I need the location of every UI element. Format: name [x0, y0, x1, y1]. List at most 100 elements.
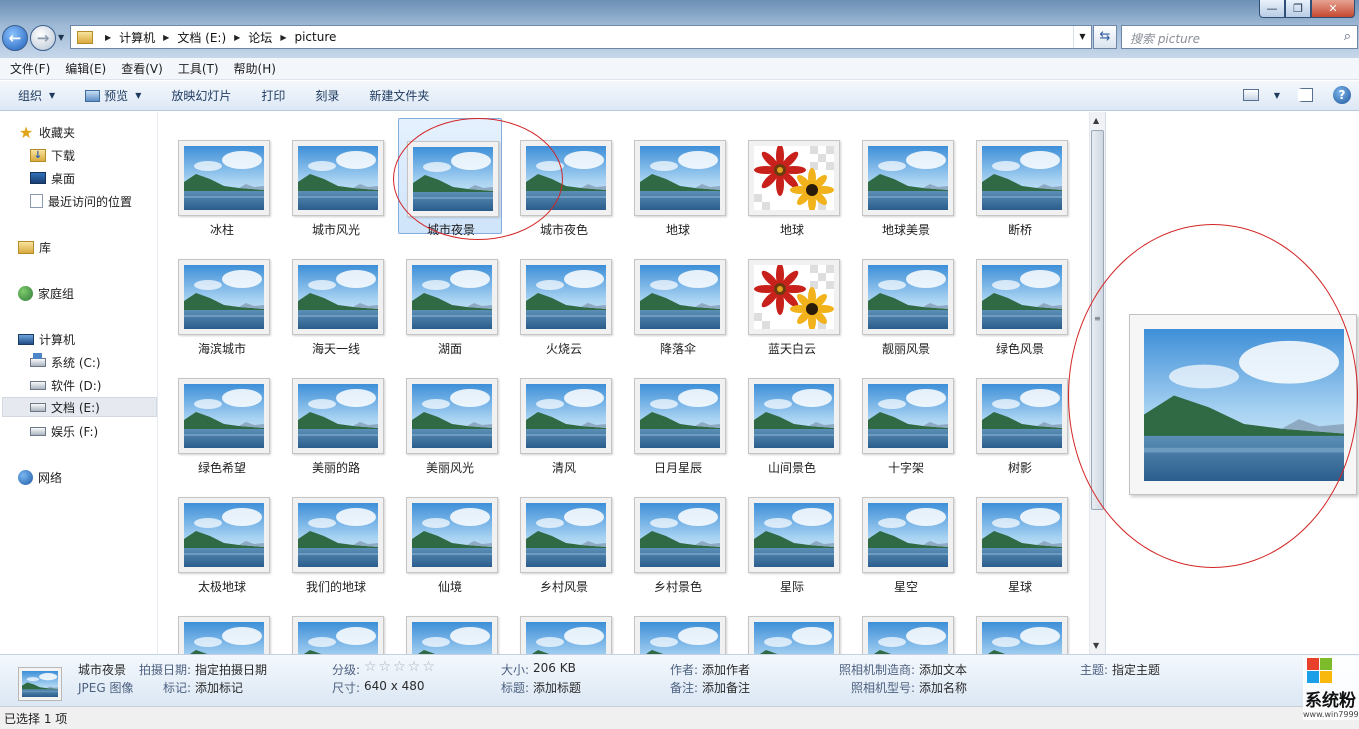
camera-model-value[interactable]: 添加名称 [919, 679, 967, 696]
nav-network[interactable]: 网络 [18, 467, 62, 487]
close-button[interactable]: ✕ [1311, 0, 1355, 18]
rating-stars[interactable]: ☆☆☆☆☆ [364, 659, 437, 675]
search-icon[interactable]: ⌕ [1344, 29, 1351, 44]
nav-drive-c[interactable]: 系统 (C:) [30, 352, 101, 372]
date-taken-value[interactable]: 指定拍摄日期 [195, 661, 267, 678]
nav-desktop[interactable]: 桌面 [30, 168, 75, 188]
file-tile[interactable]: 十字架 [854, 356, 958, 475]
search-input[interactable]: 搜索 picture ⌕ [1121, 25, 1358, 49]
chevron-right-icon[interactable]: ▶ [234, 33, 240, 42]
preview-pane-icon[interactable] [1298, 88, 1313, 102]
nav-favorites[interactable]: ★ 收藏夹 [18, 122, 75, 142]
file-tile[interactable]: 湖面 [398, 237, 502, 356]
file-tile[interactable] [854, 594, 958, 654]
nav-drive-d[interactable]: 软件 (D:) [30, 375, 101, 395]
file-tile[interactable]: 星际 [740, 475, 844, 594]
maximize-button[interactable]: ❐ [1285, 0, 1311, 18]
file-tile[interactable]: 断桥 [968, 118, 1072, 237]
nav-downloads[interactable]: 下载 [30, 145, 75, 165]
recent-pages-dropdown[interactable]: ▼ [58, 33, 64, 42]
nav-drive-f[interactable]: 娱乐 (F:) [30, 421, 98, 441]
file-tile[interactable]: 冰柱 [170, 118, 274, 237]
file-tile[interactable]: 海滨城市 [170, 237, 274, 356]
comments-value[interactable]: 添加备注 [702, 679, 750, 696]
status-bar: 已选择 1 项 [0, 706, 1359, 729]
address-bar[interactable]: ▶ 计算机 ▶ 文档 (E:) ▶ 论坛 ▶ picture ▼ [70, 25, 1092, 49]
file-tile[interactable]: 绿色希望 [170, 356, 274, 475]
file-tile[interactable]: 仙境 [398, 475, 502, 594]
file-tile[interactable]: 清风 [512, 356, 616, 475]
menu-edit[interactable]: 编辑(E) [65, 60, 106, 77]
preview-button[interactable]: 预览 ▼ [85, 87, 141, 104]
scroll-down-icon[interactable]: ▼ [1093, 641, 1099, 650]
back-button[interactable]: ← [2, 25, 28, 51]
forward-button[interactable]: → [30, 25, 56, 51]
file-tile[interactable] [626, 594, 730, 654]
file-tile[interactable]: 海天一线 [284, 237, 388, 356]
file-name: 海天一线 [311, 342, 360, 356]
file-tile[interactable]: 太极地球 [170, 475, 274, 594]
organize-button[interactable]: 组织 ▼ [18, 87, 55, 104]
slideshow-button[interactable]: 放映幻灯片 [171, 87, 231, 104]
print-button[interactable]: 打印 [261, 87, 285, 104]
download-folder-icon [30, 148, 46, 162]
nav-libraries[interactable]: 库 [18, 237, 51, 257]
help-icon[interactable]: ? [1333, 86, 1351, 104]
authors-value[interactable]: 添加作者 [702, 661, 750, 678]
file-tile[interactable]: 乡村景色 [626, 475, 730, 594]
file-tile[interactable]: 地球 [626, 118, 730, 237]
file-tile[interactable]: 日月星辰 [626, 356, 730, 475]
file-tile[interactable]: 树影 [968, 356, 1072, 475]
file-tile[interactable]: 山间景色 [740, 356, 844, 475]
tags-value[interactable]: 添加标记 [195, 679, 243, 696]
subject-value[interactable]: 指定主题 [1112, 661, 1160, 678]
file-tile[interactable] [398, 594, 502, 654]
chevron-right-icon[interactable]: ▶ [280, 33, 286, 42]
menu-file[interactable]: 文件(F) [10, 60, 50, 77]
nav-drive-e[interactable]: 文档 (E:) [2, 397, 157, 417]
breadcrumb-computer[interactable]: 计算机 [119, 29, 155, 46]
breadcrumb-forum[interactable]: 论坛 [248, 29, 272, 46]
file-tile[interactable]: 乡村风景 [512, 475, 616, 594]
file-tile[interactable]: 美丽的路 [284, 356, 388, 475]
image-thumbnail [862, 497, 954, 573]
menu-tools[interactable]: 工具(T) [178, 60, 219, 77]
file-tile[interactable]: 地球 [740, 118, 844, 237]
burn-button[interactable]: 刻录 [315, 87, 339, 104]
title-value[interactable]: 添加标题 [533, 679, 581, 696]
scroll-up-icon[interactable]: ▲ [1093, 116, 1099, 125]
file-tile[interactable] [170, 594, 274, 654]
nav-recent[interactable]: 最近访问的位置 [30, 191, 132, 211]
file-tile[interactable]: 地球美景 [854, 118, 958, 237]
nav-computer[interactable]: 计算机 [18, 329, 75, 349]
change-view-icon[interactable] [1242, 89, 1259, 101]
minimize-button[interactable]: — [1259, 0, 1285, 18]
file-tile[interactable]: 城市风光 [284, 118, 388, 237]
file-tile[interactable]: 蓝天白云 [740, 237, 844, 356]
file-tile[interactable]: 我们的地球 [284, 475, 388, 594]
file-tile[interactable]: 火烧云 [512, 237, 616, 356]
nav-homegroup[interactable]: 家庭组 [18, 283, 74, 303]
file-tile[interactable]: 星空 [854, 475, 958, 594]
refresh-button[interactable]: ⇆ [1093, 25, 1117, 49]
menu-help[interactable]: 帮助(H) [234, 60, 276, 77]
file-tile[interactable] [512, 594, 616, 654]
chevron-down-icon[interactable]: ▼ [1073, 26, 1091, 48]
file-tile[interactable] [968, 594, 1072, 654]
chevron-down-icon[interactable]: ▼ [1274, 91, 1280, 100]
new-folder-button[interactable]: 新建文件夹 [369, 87, 429, 104]
image-thumbnail [862, 140, 954, 216]
chevron-right-icon[interactable]: ▶ [163, 33, 169, 42]
breadcrumb-picture[interactable]: picture [294, 30, 336, 44]
camera-maker-value[interactable]: 添加文本 [919, 661, 967, 678]
file-tile[interactable] [740, 594, 844, 654]
file-tile[interactable] [284, 594, 388, 654]
file-tile[interactable]: 降落伞 [626, 237, 730, 356]
file-tile[interactable]: 靓丽风景 [854, 237, 958, 356]
chevron-right-icon[interactable]: ▶ [105, 33, 111, 42]
file-tile[interactable]: 绿色风景 [968, 237, 1072, 356]
file-tile[interactable]: 星球 [968, 475, 1072, 594]
file-tile[interactable]: 美丽风光 [398, 356, 502, 475]
breadcrumb-drive-e[interactable]: 文档 (E:) [177, 29, 226, 46]
menu-view[interactable]: 查看(V) [121, 60, 163, 77]
